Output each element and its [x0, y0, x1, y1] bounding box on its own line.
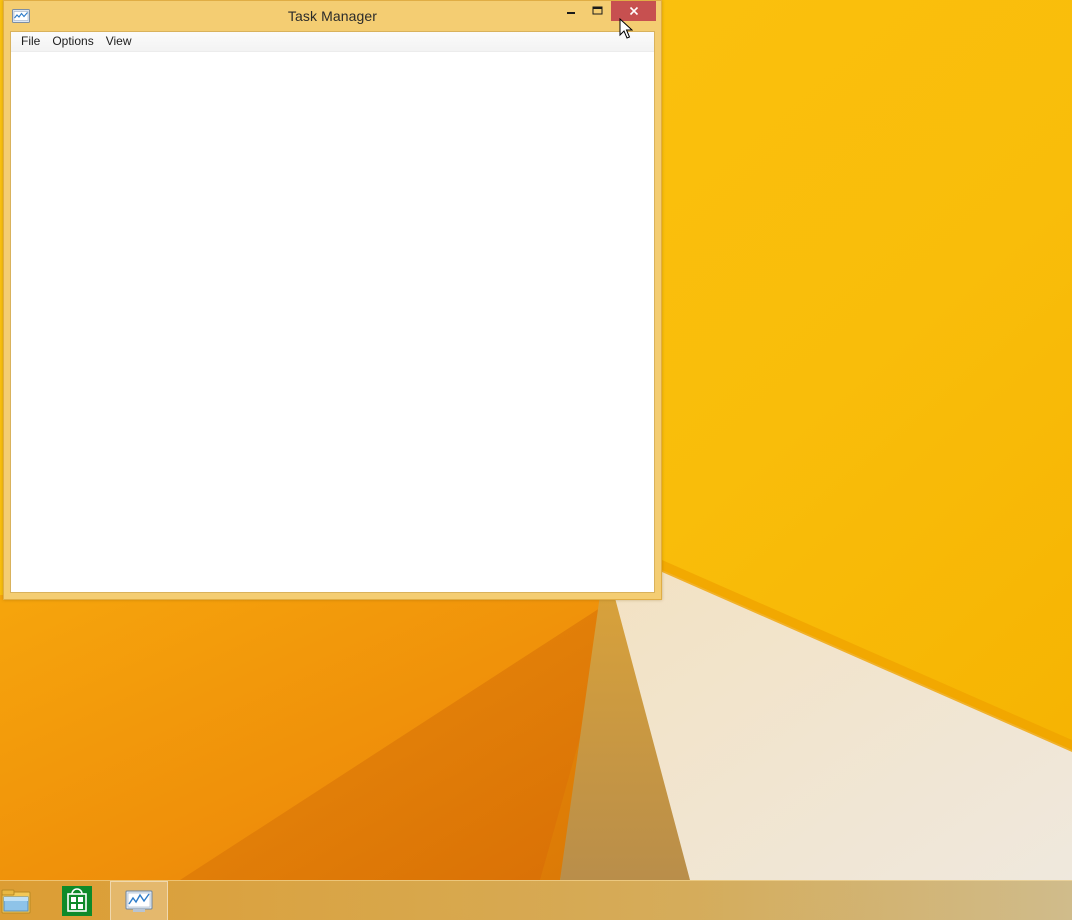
menu-bar: File Options View: [11, 32, 654, 52]
taskbar-store[interactable]: [57, 881, 97, 920]
task-manager-icon: [125, 890, 153, 912]
mouse-cursor-icon: [619, 18, 633, 39]
menu-options[interactable]: Options: [46, 32, 99, 51]
store-icon: [62, 886, 92, 916]
menu-file[interactable]: File: [15, 32, 46, 51]
content-area: [11, 52, 654, 592]
window-content: File Options View: [10, 31, 655, 593]
close-icon: [629, 6, 638, 16]
taskbar-task-manager[interactable]: [110, 881, 168, 920]
maximize-icon: [592, 6, 603, 15]
taskbar-file-explorer[interactable]: [0, 881, 34, 920]
title-bar[interactable]: Task Manager: [4, 1, 661, 31]
close-button[interactable]: [611, 1, 656, 21]
minimize-button[interactable]: [557, 1, 584, 21]
task-manager-window[interactable]: Task Manager File Options View: [3, 0, 662, 600]
desktop: Task Manager File Options View: [0, 0, 1072, 920]
menu-view[interactable]: View: [100, 32, 138, 51]
minimize-icon: [566, 12, 575, 14]
file-explorer-icon: [1, 889, 31, 914]
taskbar: [0, 880, 1072, 920]
maximize-button[interactable]: [584, 1, 611, 21]
